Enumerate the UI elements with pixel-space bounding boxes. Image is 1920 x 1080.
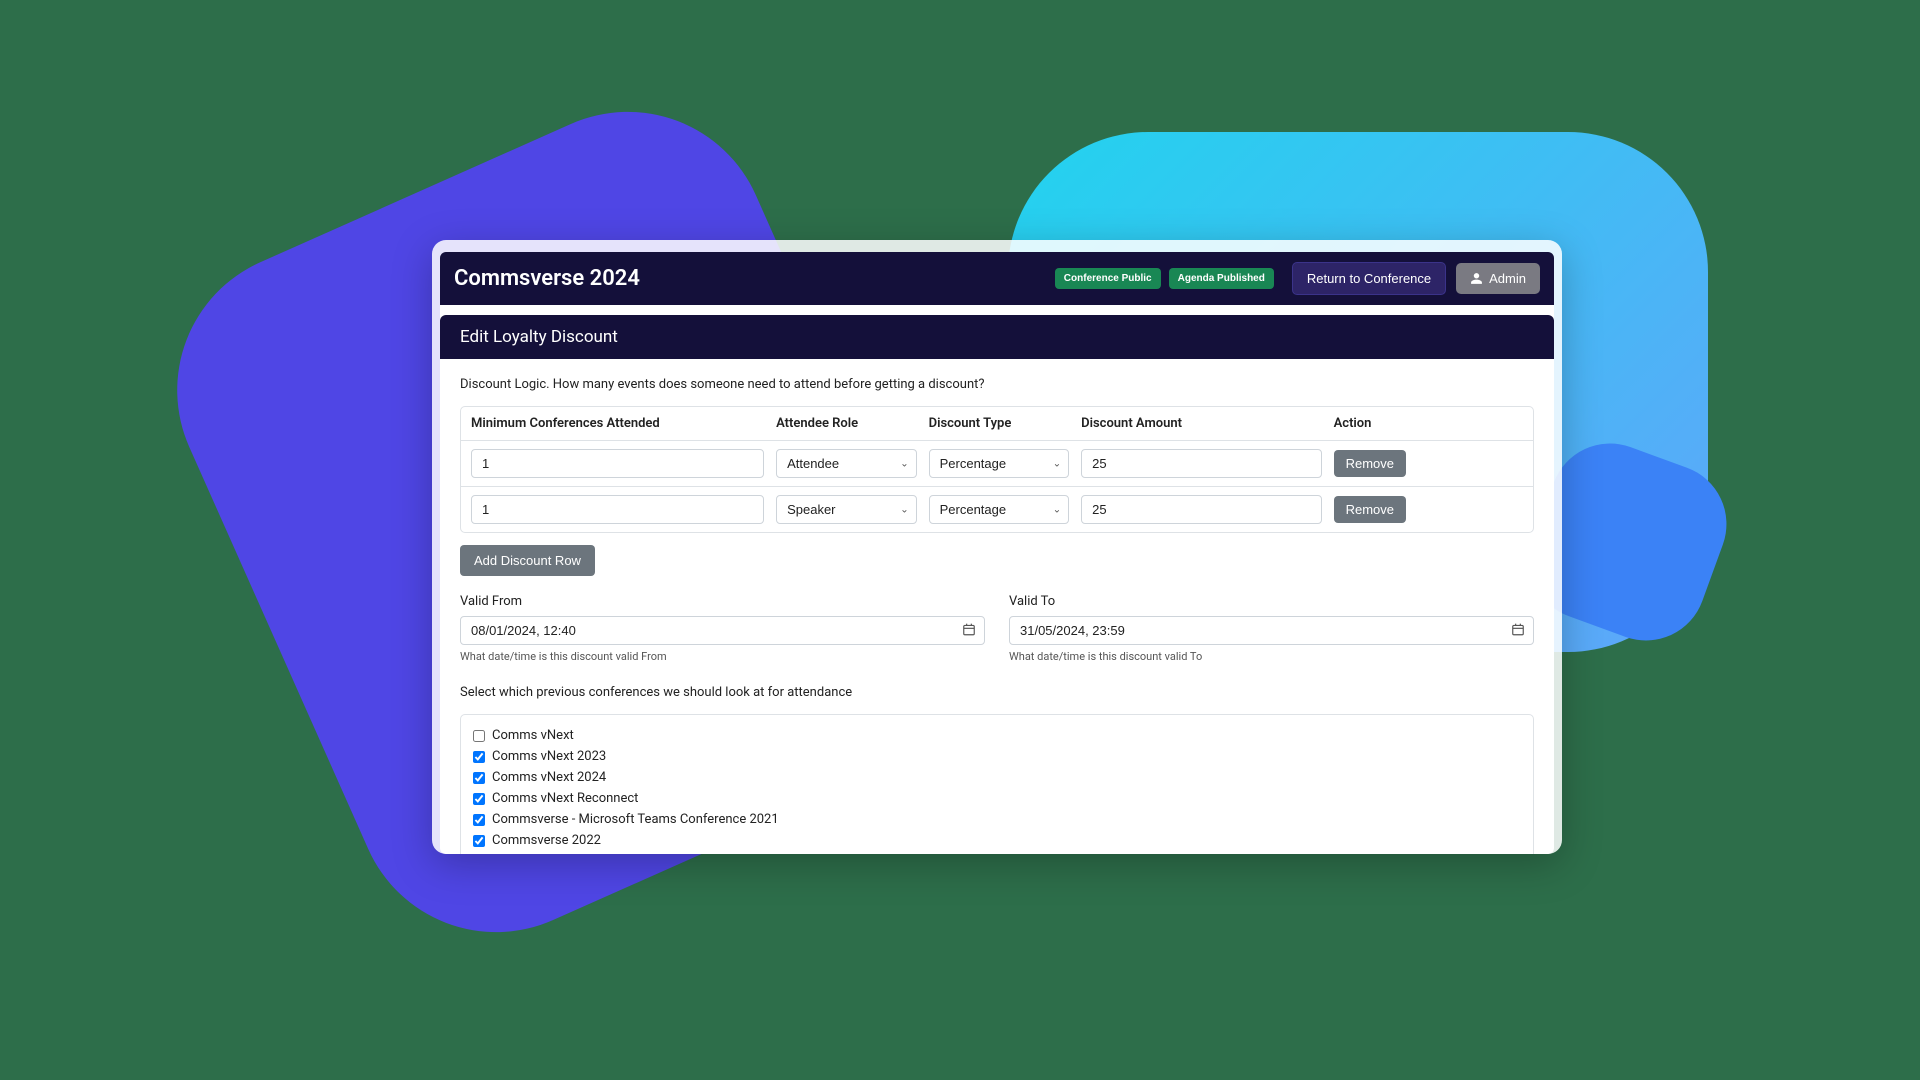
admin-button-label: Admin	[1489, 271, 1526, 286]
conference-item: Commsverse 2022	[473, 830, 1521, 851]
return-to-conference-button[interactable]: Return to Conference	[1292, 262, 1446, 295]
conference-list[interactable]: Comms vNext Comms vNext 2023 Comms vNext 2…	[460, 714, 1534, 854]
col-header-amount: Discount Amount	[1081, 416, 1333, 431]
app-header: Commsverse 2024 Conference Public Agenda…	[440, 252, 1554, 305]
remove-row-button[interactable]: Remove	[1334, 450, 1406, 477]
discount-logic-description: Discount Logic. How many events does som…	[460, 377, 1534, 392]
date-range-row: Valid From What date/time is this discou…	[460, 594, 1534, 663]
discount-type-select[interactable]: Percentage	[929, 449, 1070, 478]
valid-from-help: What date/time is this discount valid Fr…	[460, 650, 985, 663]
col-header-min: Minimum Conferences Attended	[471, 416, 776, 431]
min-conferences-input[interactable]	[471, 449, 764, 478]
app-window: Commsverse 2024 Conference Public Agenda…	[432, 240, 1562, 854]
conference-item: Comms vNext 2024	[473, 767, 1521, 788]
valid-to-group: Valid To What date/time is this discount…	[1009, 594, 1534, 663]
discount-table: Minimum Conferences Attended Attendee Ro…	[460, 406, 1534, 533]
col-header-role: Attendee Role	[776, 416, 929, 431]
remove-row-button[interactable]: Remove	[1334, 496, 1406, 523]
conference-item: Comms vNext 2023	[473, 746, 1521, 767]
min-conferences-input[interactable]	[471, 495, 764, 524]
conference-item: Comms vNext	[473, 725, 1521, 746]
valid-from-group: Valid From What date/time is this discou…	[460, 594, 985, 663]
discount-table-header: Minimum Conferences Attended Attendee Ro…	[461, 407, 1533, 441]
conference-checkbox[interactable]	[473, 772, 485, 784]
conference-checkbox[interactable]	[473, 730, 485, 742]
col-header-type: Discount Type	[929, 416, 1082, 431]
discount-amount-input[interactable]	[1081, 449, 1321, 478]
conference-checkbox[interactable]	[473, 793, 485, 805]
discount-row: Speaker⌄Percentage⌄Remove	[461, 487, 1533, 532]
discount-row: Attendee⌄Percentage⌄Remove	[461, 441, 1533, 487]
col-header-action: Action	[1334, 416, 1523, 431]
admin-button[interactable]: Admin	[1456, 263, 1540, 294]
agenda-published-badge[interactable]: Agenda Published	[1169, 268, 1274, 289]
conference-public-badge[interactable]: Conference Public	[1055, 268, 1161, 289]
conference-label: Commsverse 2022	[492, 833, 601, 848]
conference-checkbox[interactable]	[473, 835, 485, 847]
conference-label: Comms vNext Reconnect	[492, 791, 638, 806]
attendee-role-select[interactable]: Attendee	[776, 449, 917, 478]
valid-to-help: What date/time is this discount valid To	[1009, 650, 1534, 663]
conference-label: Comms vNext	[492, 728, 574, 743]
attendee-role-select[interactable]: Speaker	[776, 495, 917, 524]
content-area: Edit Loyalty Discount Discount Logic. Ho…	[440, 305, 1554, 854]
conference-item: Commsverse 2023	[473, 851, 1521, 854]
discount-amount-input[interactable]	[1081, 495, 1321, 524]
previous-conferences-description: Select which previous conferences we sho…	[460, 685, 1534, 700]
valid-to-input[interactable]	[1009, 616, 1534, 645]
discount-type-select[interactable]: Percentage	[929, 495, 1070, 524]
conference-label: Comms vNext 2024	[492, 770, 606, 785]
conference-item: Commsverse - Microsoft Teams Conference …	[473, 809, 1521, 830]
conference-checkbox[interactable]	[473, 814, 485, 826]
add-discount-row-button[interactable]: Add Discount Row	[460, 545, 595, 576]
valid-from-label: Valid From	[460, 594, 985, 609]
user-icon	[1470, 272, 1483, 285]
conference-checkbox[interactable]	[473, 751, 485, 763]
valid-to-label: Valid To	[1009, 594, 1534, 609]
conference-label: Commsverse - Microsoft Teams Conference …	[492, 812, 779, 827]
conference-item: Comms vNext Reconnect	[473, 788, 1521, 809]
valid-from-input[interactable]	[460, 616, 985, 645]
conference-label: Comms vNext 2023	[492, 749, 606, 764]
app-title: Commsverse 2024	[454, 266, 1047, 291]
panel-title: Edit Loyalty Discount	[440, 315, 1554, 359]
